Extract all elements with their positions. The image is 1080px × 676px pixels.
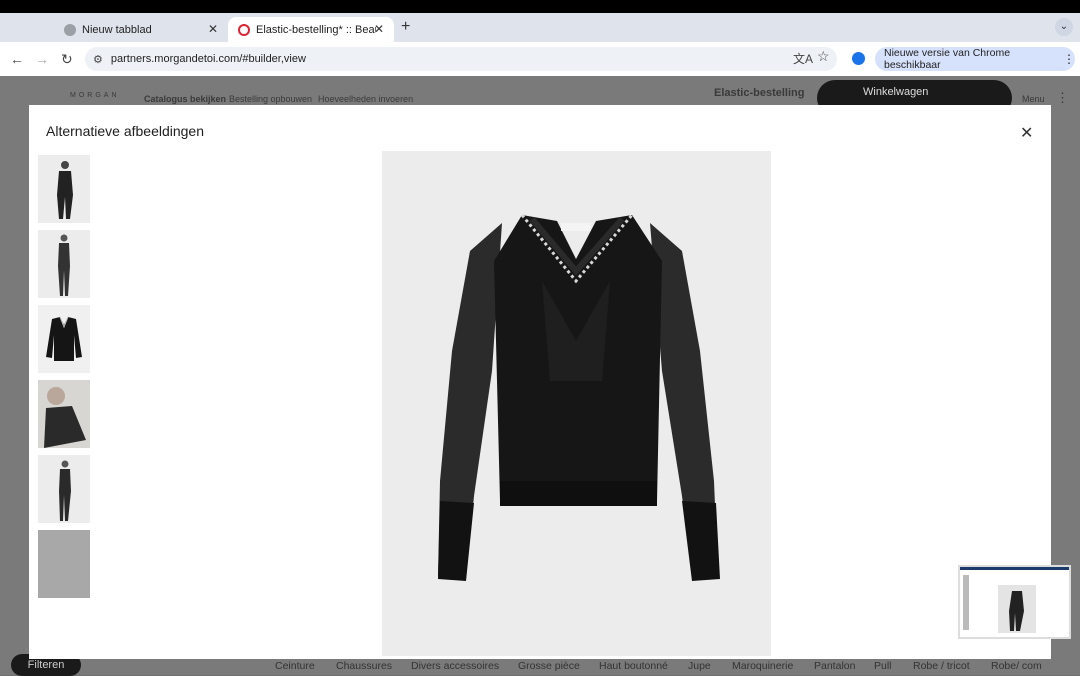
model-figure-icon bbox=[38, 455, 90, 523]
tab-strip: Nieuw tabblad ✕ Elastic-bestelling* :: B… bbox=[0, 13, 1080, 42]
thumbnail-6[interactable] bbox=[38, 530, 90, 598]
category-jupe[interactable]: Jupe bbox=[688, 660, 711, 672]
main-product-image bbox=[382, 151, 771, 656]
reload-icon[interactable]: ↻ bbox=[61, 51, 73, 68]
category-pantalon[interactable]: Pantalon bbox=[814, 660, 855, 672]
thumbnail-2[interactable] bbox=[38, 230, 90, 298]
chevron-down-icon[interactable]: ⌄ bbox=[1055, 18, 1073, 36]
translate-icon[interactable]: 文A bbox=[793, 50, 813, 67]
toolbar: ← → ↻ ⚙ partners.morgandetoi.com/#builde… bbox=[0, 42, 1080, 77]
url-text: partners.morgandetoi.com/#builder,view bbox=[110, 53, 306, 65]
cart-label: Winkelwagen bbox=[863, 86, 929, 98]
category-chaussures[interactable]: Chaussures bbox=[336, 660, 392, 672]
thumbnail-5[interactable] bbox=[38, 455, 90, 523]
brand-logo: MORGAN bbox=[70, 92, 120, 99]
order-name: Elastic-bestelling bbox=[714, 87, 805, 99]
screen-preview-thumbnail[interactable] bbox=[958, 565, 1071, 639]
tab-new-tab[interactable]: Nieuw tabblad ✕ bbox=[54, 17, 228, 42]
tab-elastic-order[interactable]: Elastic-bestelling* :: Beauman ✕ bbox=[228, 17, 394, 42]
chrome-icon bbox=[64, 23, 76, 36]
site-settings-icon[interactable]: ⚙ bbox=[93, 53, 103, 66]
thumbnail-3-selected[interactable] bbox=[38, 305, 90, 373]
screen-top-bar bbox=[0, 0, 1080, 13]
profile-icon[interactable] bbox=[852, 52, 865, 65]
fabric-detail-icon bbox=[38, 530, 90, 598]
category-grosse-piece[interactable]: Grosse pièce bbox=[518, 660, 580, 672]
address-bar[interactable]: ⚙ partners.morgandetoi.com/#builder,view bbox=[85, 47, 837, 71]
tab-title: Elastic-bestelling* :: Beauman bbox=[256, 23, 376, 36]
close-icon[interactable]: ✕ bbox=[374, 22, 384, 36]
category-ceinture[interactable]: Ceinture bbox=[275, 660, 315, 672]
thumbnail-4[interactable] bbox=[38, 380, 90, 448]
back-arrow-icon[interactable]: ← bbox=[10, 51, 24, 67]
model-closeup-icon bbox=[38, 380, 90, 448]
model-figure-icon bbox=[38, 230, 90, 298]
update-label: Nieuwe versie van Chrome beschikbaar bbox=[884, 47, 1011, 71]
close-icon[interactable]: ✕ bbox=[1020, 123, 1033, 143]
new-tab-plus-icon[interactable]: + bbox=[401, 18, 410, 36]
menu-button[interactable]: Menu bbox=[1022, 94, 1045, 104]
category-pull[interactable]: Pull bbox=[874, 660, 892, 672]
blouse-icon bbox=[38, 305, 90, 373]
star-icon[interactable]: ☆ bbox=[817, 48, 830, 65]
preview-icon bbox=[960, 567, 1069, 637]
thumbnail-1[interactable] bbox=[38, 155, 90, 223]
nav-catalog[interactable]: Catalogus bekijken bbox=[144, 94, 226, 104]
update-chrome-button[interactable]: Nieuwe versie van Chrome beschikbaar ⋮ bbox=[875, 47, 1075, 71]
alternative-images-modal: Alternatieve afbeeldingen ✕ bbox=[29, 105, 1051, 659]
nav-quantities[interactable]: Hoeveelheden invoeren bbox=[318, 94, 413, 104]
category-robe-tricot[interactable]: Robe / tricot bbox=[913, 660, 970, 672]
category-divers-accessoires[interactable]: Divers accessoires bbox=[411, 660, 499, 672]
category-haut-boutonne[interactable]: Haut boutonné bbox=[599, 660, 668, 672]
category-robe-com[interactable]: Robe/ com bbox=[991, 660, 1042, 672]
tab-title: Nieuw tabblad bbox=[82, 23, 152, 36]
category-maroquinerie[interactable]: Maroquinerie bbox=[732, 660, 793, 672]
modal-title: Alternatieve afbeeldingen bbox=[46, 123, 205, 139]
nav-build-order[interactable]: Bestelling opbouwen bbox=[229, 94, 312, 104]
site-icon bbox=[238, 23, 250, 36]
more-vert-icon[interactable]: ⋮ bbox=[1056, 90, 1069, 106]
black-lace-blouse-icon bbox=[382, 151, 771, 656]
forward-arrow-icon[interactable]: → bbox=[35, 51, 49, 67]
filter-label: Filteren bbox=[27, 659, 65, 671]
close-icon[interactable]: ✕ bbox=[208, 22, 218, 36]
model-figure-icon bbox=[38, 155, 90, 223]
more-vert-icon[interactable]: ⋮ bbox=[1063, 52, 1075, 66]
